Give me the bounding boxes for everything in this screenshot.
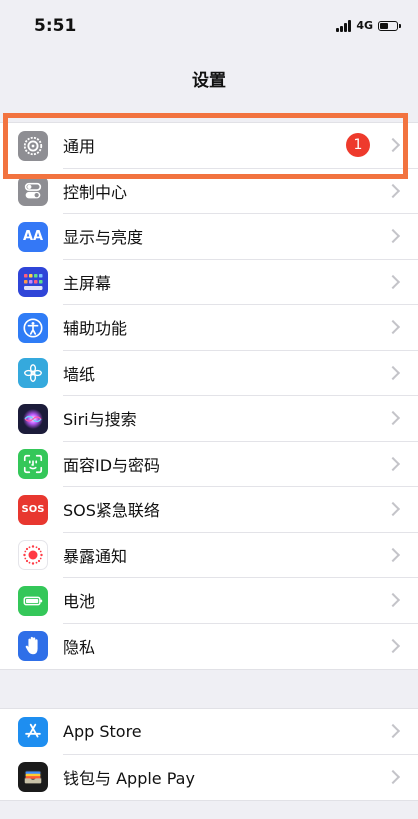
settings-row-label: 隐私 <box>63 638 96 658</box>
battery-level-icon <box>378 20 401 31</box>
chevron-right-icon <box>385 593 401 608</box>
accessibility-icon <box>18 312 48 343</box>
cellular-signal-icon <box>336 19 352 32</box>
chevron-right-icon <box>385 411 401 426</box>
settings-row-face-id-passcode[interactable]: 面容ID与密码 <box>0 442 418 487</box>
chevron-right-icon <box>385 547 401 562</box>
settings-row-siri-search[interactable]: Siri与搜索 <box>0 396 418 442</box>
settings-row-label: 面容ID与密码 <box>63 455 161 475</box>
settings-row-app-store[interactable]: App Store <box>0 709 418 755</box>
wallet-icon <box>18 762 48 793</box>
chevron-right-icon <box>385 456 401 471</box>
settings-row-exposure-notifications[interactable]: 暴露通知 <box>0 533 418 578</box>
settings-row-battery[interactable]: 电池 <box>0 578 418 624</box>
page-title: 设置 <box>192 70 226 91</box>
settings-row-label: Siri与搜索 <box>63 410 137 430</box>
siri-icon <box>18 403 48 434</box>
icon-glyph-aa: AA <box>22 229 44 245</box>
navigation-bar: 设置 <box>0 54 418 102</box>
gear-icon <box>18 130 48 161</box>
settings-group-store: App Store 钱包与 Apple Pay <box>0 708 418 801</box>
app-store-icon <box>18 716 48 747</box>
chevron-right-icon <box>385 724 401 739</box>
chevron-right-icon <box>385 502 401 517</box>
chevron-right-icon <box>385 365 401 380</box>
chevron-right-icon <box>385 639 401 654</box>
status-time: 5:51 <box>34 16 77 36</box>
settings-row-label: 钱包与 Apple Pay <box>63 769 195 789</box>
settings-row-wallet-apple-pay[interactable]: 钱包与 Apple Pay <box>0 755 418 801</box>
network-type: 4G <box>356 19 373 32</box>
settings-row-accessibility[interactable]: 辅助功能 <box>0 305 418 351</box>
face-id-icon <box>18 449 48 480</box>
hand-icon <box>18 631 48 662</box>
chevron-right-icon <box>385 138 401 153</box>
chevron-right-icon <box>385 183 401 198</box>
app-grid-icon <box>18 267 48 298</box>
settings-row-display-brightness[interactable]: AA 显示与亮度 <box>0 214 418 260</box>
settings-row-general[interactable]: 通用 1 <box>0 123 418 169</box>
settings-row-label: App Store <box>63 721 142 741</box>
exposure-notification-icon <box>18 540 48 571</box>
settings-row-label: 主屏幕 <box>63 273 112 293</box>
settings-row-privacy[interactable]: 隐私 <box>0 624 418 670</box>
battery-icon <box>18 585 48 616</box>
chevron-right-icon <box>385 274 401 289</box>
chevron-right-icon <box>385 320 401 335</box>
settings-row-label: 显示与亮度 <box>63 228 144 248</box>
settings-row-label: 辅助功能 <box>63 319 128 339</box>
toggle-switches-icon <box>18 176 48 207</box>
settings-row-home-screen[interactable]: 主屏幕 <box>0 260 418 305</box>
settings-row-label: 电池 <box>63 592 96 612</box>
chevron-right-icon <box>385 229 401 244</box>
settings-row-label: 暴露通知 <box>63 546 128 566</box>
status-indicators: 4G <box>336 19 401 32</box>
settings-row-label: 控制中心 <box>63 182 128 202</box>
notification-badge: 1 <box>346 133 370 158</box>
text-size-icon: AA <box>18 221 48 252</box>
settings-row-control-center[interactable]: 控制中心 <box>0 169 418 214</box>
settings-group-main: 通用 1 控制中心 AA 显示与亮度 主屏幕 辅助功能 墙纸 Siri与搜索 面… <box>0 122 418 670</box>
settings-row-label: 墙纸 <box>63 364 96 384</box>
chevron-right-icon <box>385 770 401 785</box>
status-bar: 5:51 4G <box>0 0 418 54</box>
wallpaper-flower-icon <box>18 358 48 389</box>
settings-row-emergency-sos[interactable]: SOS SOS紧急联络 <box>0 487 418 533</box>
sos-icon: SOS <box>18 494 48 525</box>
settings-row-label: 通用 <box>63 137 96 157</box>
settings-row-label: SOS紧急联络 <box>63 501 160 521</box>
settings-row-wallpaper[interactable]: 墙纸 <box>0 351 418 396</box>
icon-glyph-sos: SOS <box>21 504 45 516</box>
